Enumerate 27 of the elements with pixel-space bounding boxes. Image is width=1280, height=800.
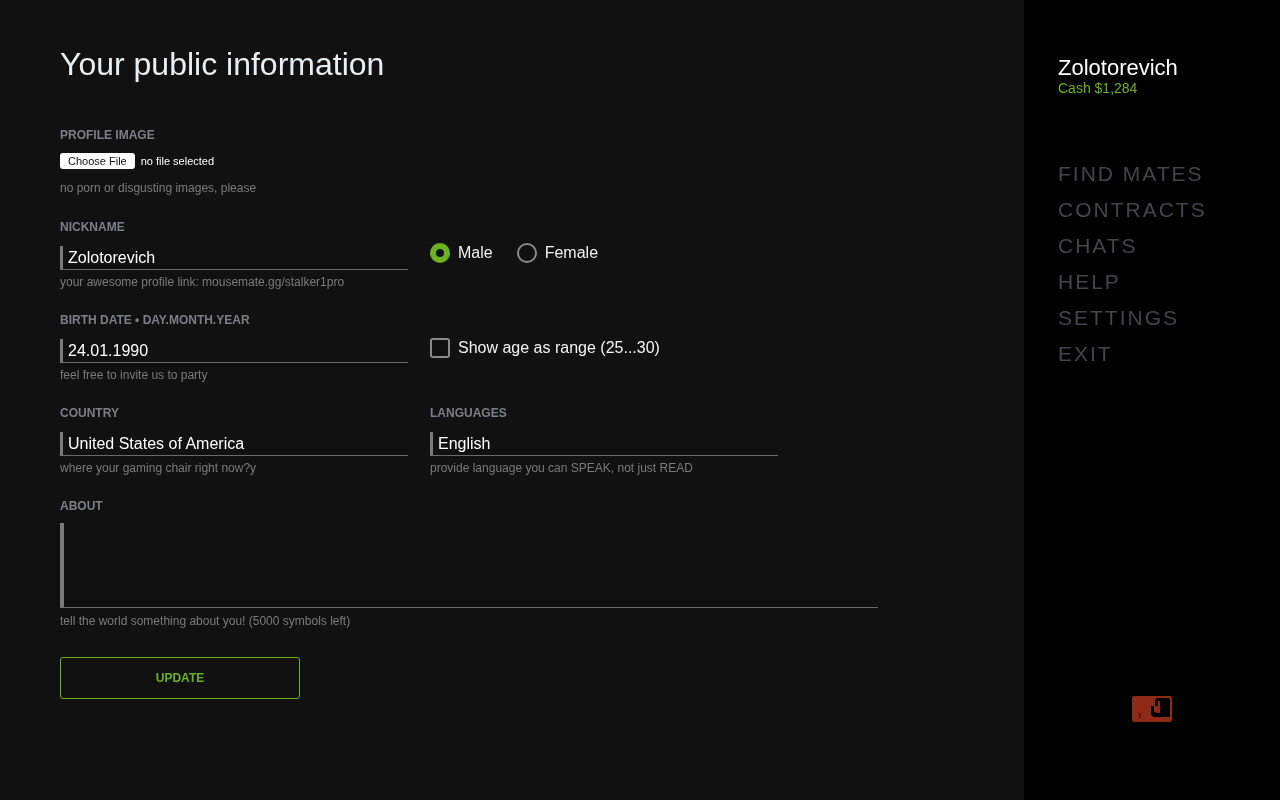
field-hint: feel free to invite us to party <box>60 367 208 383</box>
choose-file-button[interactable]: Choose File <box>60 153 135 169</box>
gender-radio[interactable]: Female <box>516 242 599 264</box>
field-hint: where your gaming chair right now?y <box>60 460 257 476</box>
file-status: no file selected <box>140 155 215 167</box>
age-range-checkbox[interactable]: Show age as range (25...30) <box>430 337 660 359</box>
page-title: Your public information <box>60 45 385 83</box>
languages-field[interactable]: English <box>430 432 778 456</box>
field-label: NICKNAME <box>60 219 125 235</box>
update-button[interactable]: UPDATE <box>60 657 300 699</box>
field-hint: your awesome profile link: mousemate.gg/stalker1pro <box>60 274 345 290</box>
nickname-field[interactable]: Zolotorevich <box>60 246 408 270</box>
field-hint: no porn or disgusting images, please <box>60 180 257 196</box>
birth-date-field[interactable]: 24.01.1990 <box>60 339 408 363</box>
field-label: BIRTH DATE • DAY.MONTH.YEAR <box>60 312 250 328</box>
username: Zolotorevich <box>1058 55 1178 81</box>
field-hint: tell the world something about you! (5000 symbols left) <box>60 613 351 629</box>
field-label: ABOUT <box>60 498 103 514</box>
gender-radio[interactable]: Male <box>430 242 493 264</box>
field-label: PROFILE IMAGE <box>60 127 155 143</box>
about-field[interactable] <box>60 523 878 608</box>
field-hint: provide language you can SPEAK, not just READ <box>430 460 693 476</box>
country-field[interactable]: United States of America <box>60 432 408 456</box>
logo-icon <box>1132 696 1172 722</box>
cash-balance: Cash $1,284 <box>1058 79 1138 97</box>
field-label: LANGUAGES <box>430 405 507 421</box>
field-label: COUNTRY <box>60 405 119 421</box>
